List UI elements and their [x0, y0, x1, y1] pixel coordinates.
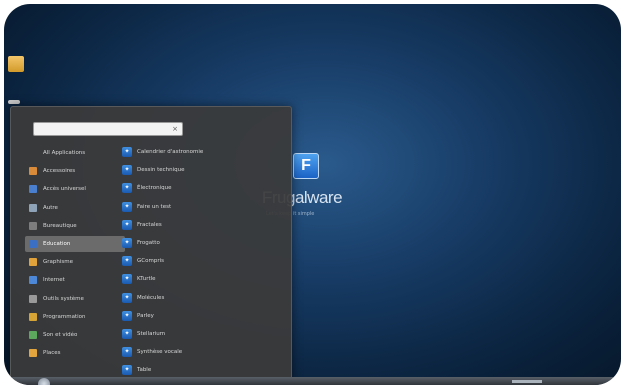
category-icon — [29, 294, 37, 303]
app-label: Dessin technique — [137, 167, 185, 174]
category-icon — [29, 185, 37, 194]
category-label: Son et vidéo — [43, 331, 78, 338]
app-icon: ✦ — [122, 219, 132, 230]
category-label: Accès universel — [43, 186, 86, 193]
desktop-widget-icon[interactable] — [8, 100, 20, 104]
app-icon: ✦ — [122, 292, 132, 303]
category-item[interactable]: Internet — [25, 272, 125, 288]
category-item[interactable]: Places — [25, 345, 125, 361]
app-list: ✦ Calendrier d'astronomie ✦ Dessin techniqu… — [119, 144, 284, 380]
app-label: GCompris — [137, 258, 164, 265]
app-icon: ✦ — [122, 147, 132, 157]
app-label: Table — [137, 367, 152, 374]
app-item[interactable]: ✦ Électronique — [119, 180, 284, 196]
category-item[interactable]: Accessoires — [25, 163, 125, 179]
app-item[interactable]: ✦ Synthèse vocale — [119, 344, 284, 360]
category-label: All Applications — [43, 150, 86, 156]
category-label: Bureautique — [43, 222, 77, 229]
category-label: Graphisme — [43, 259, 74, 266]
app-label: Frogatto — [137, 239, 160, 246]
app-icon: ✦ — [122, 310, 132, 321]
category-item[interactable]: Son et vidéo — [25, 327, 125, 343]
app-label: Électronique — [137, 185, 172, 192]
app-label: Calendrier d'astronomie — [137, 149, 204, 155]
app-item[interactable]: ✦ Fractales — [119, 217, 284, 233]
category-icon — [29, 258, 37, 267]
app-icon: ✦ — [122, 365, 132, 376]
category-item[interactable]: Bureautique — [25, 218, 125, 234]
category-icon — [29, 330, 37, 339]
start-menu-button[interactable] — [38, 378, 50, 385]
app-item[interactable]: ✦ GCompris — [119, 253, 284, 269]
app-icon: ✦ — [122, 274, 132, 285]
app-item[interactable]: ✦ Dessin technique — [119, 162, 284, 178]
app-item[interactable]: ✦ Molécules — [119, 290, 284, 306]
system-tray — [512, 380, 542, 383]
app-label: KTurtle — [137, 276, 156, 283]
category-item[interactable]: All Applications — [25, 145, 125, 161]
app-icon: ✦ — [122, 165, 132, 176]
category-list: All Applications Accessoires Accès univers… — [25, 145, 125, 363]
app-label: Parley — [137, 312, 154, 319]
app-label: Molécules — [137, 294, 165, 301]
category-item[interactable]: Accès universel — [25, 181, 125, 197]
app-label: Synthèse vocale — [137, 349, 183, 356]
clear-search-icon[interactable]: × — [172, 123, 178, 136]
category-item[interactable]: Education — [25, 235, 125, 252]
app-item[interactable]: ✦ KTurtle — [119, 271, 284, 287]
category-label: Accessoires — [43, 168, 76, 175]
app-item[interactable]: ✦ Parley — [119, 308, 284, 324]
category-label: Education — [43, 240, 71, 247]
category-icon — [29, 203, 37, 212]
app-icon: ✦ — [122, 256, 132, 267]
search-input[interactable]: × — [33, 122, 183, 136]
category-icon — [29, 312, 37, 321]
category-label: Internet — [43, 277, 65, 284]
app-label: Stellarium — [137, 330, 166, 337]
category-item[interactable]: Graphisme — [25, 254, 125, 270]
app-icon: ✦ — [122, 237, 132, 248]
app-item[interactable]: ✦ Table — [119, 362, 284, 378]
app-label: Faire un test — [137, 203, 172, 210]
app-icon: ✦ — [122, 201, 132, 212]
desktop-folder-icon[interactable] — [8, 56, 24, 72]
application-menu: × All Applications Accessoires Accès unive… — [10, 106, 292, 384]
frugalware-logo-icon: F — [293, 153, 319, 179]
app-label: Fractales — [137, 221, 162, 228]
desktop-screen: F Frugalware Let's keep it simple × All … — [4, 4, 621, 385]
app-item[interactable]: ✦ Frogatto — [119, 235, 284, 251]
app-icon: ✦ — [122, 328, 132, 339]
app-icon: ✦ — [122, 347, 132, 358]
category-label: Outils système — [43, 295, 84, 302]
category-icon — [29, 349, 37, 358]
category-item[interactable]: Programmation — [25, 309, 125, 325]
category-item[interactable]: Outils système — [25, 291, 125, 307]
app-icon: ✦ — [122, 183, 132, 194]
category-label: Programmation — [43, 313, 86, 320]
category-label: Autre — [43, 204, 58, 211]
category-icon — [29, 167, 37, 176]
app-item[interactable]: ✦ Faire un test — [119, 199, 284, 215]
category-item[interactable]: Autre — [25, 200, 125, 216]
app-item[interactable]: ✦ Calendrier d'astronomie — [119, 144, 284, 160]
category-icon — [29, 239, 37, 248]
app-item[interactable]: ✦ Stellarium — [119, 326, 284, 342]
category-label: Places — [43, 350, 61, 357]
category-icon — [29, 221, 37, 230]
category-icon — [29, 276, 37, 285]
